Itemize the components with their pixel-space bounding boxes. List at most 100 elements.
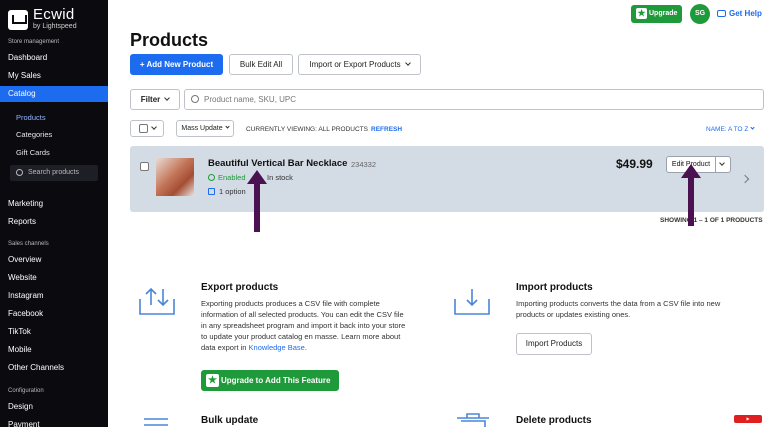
export-text-line: information of all selected products. Yo… (201, 310, 404, 319)
sidebar-item-reports[interactable]: Reports (0, 214, 108, 230)
export-text-line: in any spreadsheet program and import it… (201, 321, 406, 330)
sidebar-item-facebook[interactable]: Facebook (0, 306, 108, 322)
upgrade-button[interactable]: ★ Upgrade (631, 5, 682, 23)
product-status[interactable]: Enabled (208, 173, 246, 182)
add-new-product-button[interactable]: + Add New Product (130, 54, 223, 75)
sidebar-item-my-sales[interactable]: My Sales (0, 68, 108, 84)
sidebar-item-tiktok[interactable]: TikTok (0, 324, 108, 340)
product-price: $49.99 (616, 157, 653, 171)
get-help-link[interactable]: Get Help (717, 9, 762, 18)
edit-product-menu-button[interactable] (715, 156, 731, 173)
product-row[interactable]: Beautiful Vertical Bar Necklace 234332 E… (130, 146, 764, 212)
import-icon (454, 289, 490, 315)
sidebar-subitem-gift-cards[interactable]: Gift Cards (16, 148, 50, 157)
upgrade-label: Upgrade (649, 10, 678, 17)
import-text-line: Importing products converts the data fro… (516, 299, 721, 308)
sidebar-item-overview[interactable]: Overview (0, 252, 108, 268)
chevron-down-icon (164, 95, 171, 101)
viewing-label: CURRENTLY VIEWING: ALL PRODUCTS (246, 126, 368, 133)
sort-dropdown[interactable]: NAME: A TO Z (706, 125, 756, 133)
chevron-down-icon (750, 125, 756, 130)
mass-update-label: Mass Update (181, 125, 223, 132)
select-all-checkbox[interactable] (139, 124, 148, 133)
sidebar-item-payment[interactable]: Payment (0, 417, 108, 427)
product-sku: 234332 (351, 160, 377, 169)
import-text-line: products or updates existing ones. (516, 310, 631, 319)
chevron-down-icon (719, 160, 725, 166)
export-text-period: . (304, 343, 307, 352)
sidebar-item-design[interactable]: Design (0, 399, 108, 415)
sidebar-item-website[interactable]: Website (0, 270, 108, 286)
sidebar: Ecwid by Lightspeed Store management Das… (0, 0, 108, 427)
star-icon: ★ (206, 374, 219, 387)
annotation-arrow-up-icon (247, 170, 267, 232)
sidebar-item-instagram[interactable]: Instagram (0, 288, 108, 304)
import-title: Import products (516, 282, 593, 293)
options-label: 1 option (219, 187, 246, 196)
brand-name: Ecwid (33, 6, 75, 23)
search-icon (16, 169, 23, 176)
sidebar-item-dashboard[interactable]: Dashboard (0, 50, 108, 66)
brand-sub: by Lightspeed (33, 23, 77, 30)
export-title: Export products (201, 282, 279, 293)
video-badge: ▶ (734, 415, 762, 423)
import-export-dropdown[interactable]: Import or Export Products (298, 54, 421, 75)
select-all-dropdown[interactable] (130, 120, 164, 137)
export-text-line: Exporting products produces a CSV file w… (201, 299, 380, 308)
avatar[interactable]: SG (690, 4, 710, 24)
sidebar-search-placeholder: Search products (28, 169, 79, 176)
cart-logo-icon (8, 9, 28, 30)
product-checkbox[interactable] (140, 162, 149, 171)
filter-dropdown[interactable]: Filter (130, 89, 180, 110)
import-products-button[interactable]: Import Products (516, 333, 592, 355)
chevron-right-icon[interactable] (740, 174, 750, 184)
export-text-line: data export in (201, 343, 249, 352)
search-placeholder: Product name, SKU, UPC (204, 95, 297, 104)
export-description: Exporting products produces a CSV file w… (201, 298, 405, 353)
list-icon (144, 418, 168, 426)
mass-update-dropdown[interactable]: Mass Update (176, 120, 234, 137)
stock-status: In stock (267, 173, 293, 182)
sort-label: NAME: A TO Z (706, 126, 749, 133)
trash-icon (457, 413, 489, 427)
sidebar-subitem-products[interactable]: Products (16, 113, 46, 122)
product-thumbnail[interactable] (156, 158, 194, 196)
refresh-link[interactable]: REFRESH (371, 126, 402, 133)
sidebar-search-input[interactable]: Search products (10, 165, 98, 181)
export-icon (139, 287, 175, 315)
sidebar-item-catalog[interactable]: Catalog (0, 86, 108, 102)
star-icon: ★ (636, 8, 647, 19)
product-search-input[interactable]: Product name, SKU, UPC (184, 89, 764, 110)
sidebar-item-other-channels[interactable]: Other Channels (0, 360, 108, 376)
chevron-down-icon (225, 124, 230, 129)
bulk-edit-all-button[interactable]: Bulk Edit All (229, 54, 293, 75)
export-text-line: to update your product catalog en masse.… (201, 332, 401, 341)
section-sales-channels: Sales channels (8, 241, 49, 247)
get-help-label: Get Help (729, 9, 762, 18)
ecwid-logo[interactable]: Ecwid by Lightspeed (8, 6, 77, 31)
product-name[interactable]: Beautiful Vertical Bar Necklace (208, 158, 347, 169)
delete-products-title: Delete products (516, 415, 592, 426)
upgrade-feature-label: Upgrade to Add This Feature (221, 376, 331, 385)
status-label: Enabled (218, 173, 246, 182)
bulk-update-title: Bulk update (201, 415, 259, 426)
product-options: 1 option (208, 187, 246, 196)
section-configuration: Configuration (8, 388, 44, 394)
showing-count: SHOWING 1 – 1 OF 1 PRODUCTS (660, 217, 763, 224)
status-toggle-icon (208, 174, 215, 181)
upgrade-feature-button[interactable]: ★ Upgrade to Add This Feature (201, 370, 339, 391)
import-export-label: Import or Export Products (309, 60, 401, 69)
import-description: Importing products converts the data fro… (516, 298, 720, 320)
sidebar-item-marketing[interactable]: Marketing (0, 196, 108, 212)
filter-label: Filter (140, 95, 161, 104)
chevron-down-icon (151, 124, 157, 130)
chevron-down-icon (404, 60, 411, 66)
sidebar-subitem-categories[interactable]: Categories (16, 130, 52, 139)
annotation-arrow-up-icon (681, 164, 701, 226)
knowledge-base-link[interactable]: Knowledge Base (249, 343, 305, 352)
section-store-management: Store management (8, 39, 60, 45)
sidebar-item-mobile[interactable]: Mobile (0, 342, 108, 358)
page-title: Products (130, 30, 209, 50)
chat-icon (717, 10, 726, 17)
search-icon (191, 95, 199, 103)
